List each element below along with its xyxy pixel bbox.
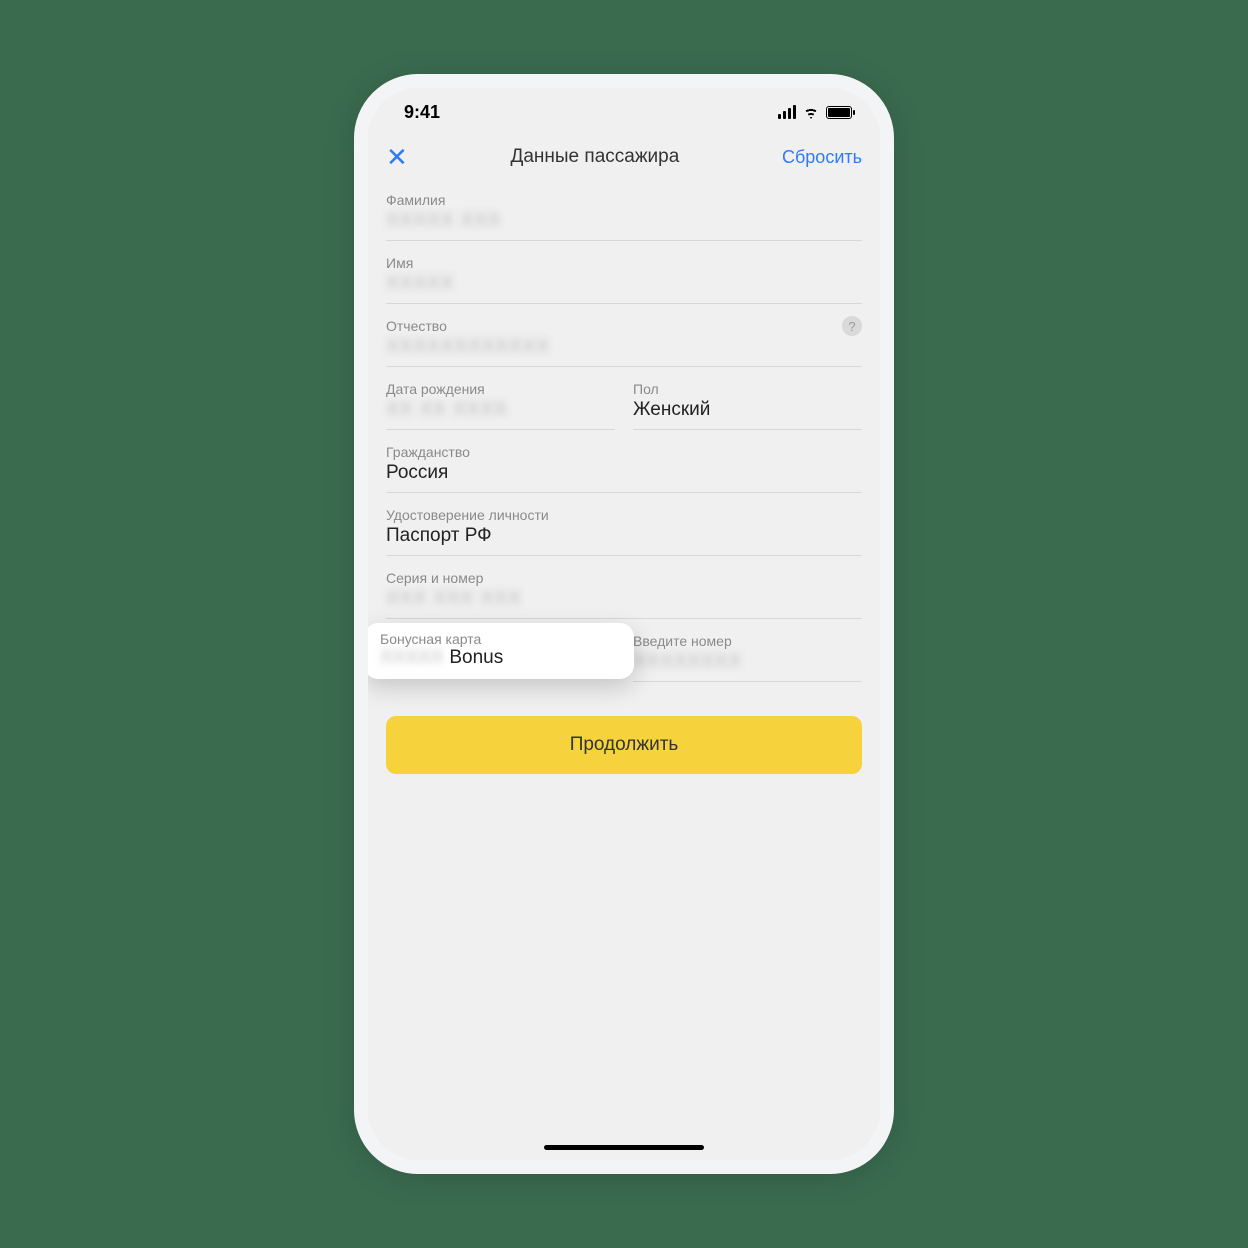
surname-label: Фамилия: [386, 192, 862, 208]
bonus-card-label: Бонусная карта: [380, 631, 618, 647]
doc-number-value: XXX XXX XXX: [386, 586, 862, 612]
close-button[interactable]: ✕: [386, 144, 408, 170]
bonus-card-value: XXXXX Bonus: [380, 647, 618, 669]
wifi-icon: [802, 105, 820, 119]
dob-label: Дата рождения: [386, 381, 615, 397]
doc-number-field[interactable]: Серия и номер XXX XXX XXX: [386, 562, 862, 619]
name-label: Имя: [386, 255, 862, 271]
patronymic-label: Отчество: [386, 318, 862, 334]
surname-value: XXXXX XXX: [386, 208, 862, 234]
patronymic-field[interactable]: Отчество ? XXXXXXXXXXXX: [386, 310, 862, 367]
citizenship-value: Россия: [386, 460, 862, 486]
citizenship-label: Гражданство: [386, 444, 862, 460]
bonus-card-suffix: Bonus: [449, 647, 503, 669]
name-field[interactable]: Имя XXXXX: [386, 247, 862, 304]
id-doc-field[interactable]: Удостоверение личности Паспорт РФ: [386, 499, 862, 556]
help-icon[interactable]: ?: [842, 316, 862, 336]
nav-header: ✕ Данные пассажира Сбросить: [368, 136, 880, 184]
id-doc-label: Удостоверение личности: [386, 507, 862, 523]
id-doc-value: Паспорт РФ: [386, 523, 862, 549]
gender-label: Пол: [633, 381, 862, 397]
battery-icon: [826, 106, 852, 119]
name-value: XXXXX: [386, 271, 862, 297]
bonus-card-popout[interactable]: Бонусная карта XXXXX Bonus: [364, 623, 634, 679]
continue-button[interactable]: Продолжить: [386, 716, 862, 774]
status-time: 9:41: [404, 102, 440, 123]
phone-frame: 9:41 ✕ Данные пассажира Сбросить Фамилия…: [354, 74, 894, 1174]
page-title: Данные пассажира: [510, 146, 679, 168]
passenger-form: Фамилия XXXXX XXX Имя XXXXX Отчество ? X…: [368, 184, 880, 774]
enter-number-label: Введите номер: [633, 633, 862, 649]
cellular-icon: [778, 105, 796, 119]
gender-value: Женский: [633, 397, 862, 423]
status-bar: 9:41: [368, 88, 880, 136]
enter-number-value: XXXXXXXX: [633, 649, 862, 675]
screen: 9:41 ✕ Данные пассажира Сбросить Фамилия…: [368, 88, 880, 1160]
dob-field[interactable]: Дата рождения XX XX XXXX: [386, 373, 615, 430]
doc-number-label: Серия и номер: [386, 570, 862, 586]
patronymic-value: XXXXXXXXXXXX: [386, 334, 842, 360]
surname-field[interactable]: Фамилия XXXXX XXX: [386, 184, 862, 241]
gender-field[interactable]: Пол Женский: [633, 373, 862, 430]
dob-value: XX XX XXXX: [386, 397, 615, 423]
home-indicator[interactable]: [544, 1145, 704, 1150]
citizenship-field[interactable]: Гражданство Россия: [386, 436, 862, 493]
enter-number-field[interactable]: Введите номер XXXXXXXX: [633, 625, 862, 682]
status-indicators: [778, 105, 852, 119]
reset-button[interactable]: Сбросить: [782, 147, 862, 168]
